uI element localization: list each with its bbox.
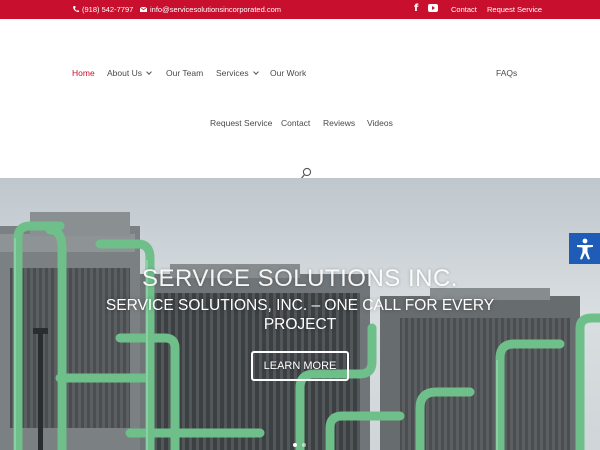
topbar-request-service-link[interactable]: Request Service [487, 5, 542, 14]
learn-more-button[interactable]: LEARN MORE [251, 351, 349, 381]
phone-icon [73, 6, 79, 13]
phone-contact[interactable]: (918) 542-7797 [73, 5, 133, 14]
top-bar: (918) 542-7797 info@servicesolutionsinco… [0, 0, 600, 19]
nav-our-team-label: Our Team [166, 68, 204, 78]
nav-contact-label: Contact [281, 118, 311, 128]
slider-dot-2[interactable] [302, 443, 306, 447]
chevron-down-icon [146, 69, 152, 75]
accessibility-button[interactable] [569, 233, 600, 264]
slider-dot-1[interactable] [293, 443, 297, 447]
chevron-down-icon [252, 69, 259, 75]
nav-about-us-label: About Us [107, 68, 142, 78]
nav-videos-label: Videos [367, 118, 393, 128]
nav-our-team[interactable]: Our Team [166, 68, 203, 78]
hero-slider: SERVICE SOLUTIONS INC. SERVICE SOLUTIONS… [0, 178, 600, 450]
nav-request-service-label: Request Service [210, 118, 273, 128]
nav-about-us[interactable]: About Us [107, 68, 152, 78]
facebook-icon[interactable]: f [414, 3, 418, 14]
accessibility-icon [576, 238, 593, 259]
nav-home-label: Home [72, 68, 95, 78]
hero-subtitle: SERVICE SOLUTIONS, INC. – ONE CALL FOR E… [105, 297, 495, 333]
hero-title: SERVICE SOLUTIONS INC. [142, 265, 458, 292]
phone-number: (918) 542-7797 [82, 5, 134, 14]
nav-faqs-label: FAQs [496, 68, 518, 78]
nav-our-work-label: Our Work [270, 68, 307, 78]
nav-reviews-label: Reviews [323, 118, 356, 128]
nav-home[interactable]: Home [72, 68, 95, 78]
nav-request-service[interactable]: Request Service [210, 118, 272, 128]
nav-services-label: Services [216, 68, 249, 78]
topbar-contact-link[interactable]: Contact [451, 5, 477, 14]
youtube-icon[interactable] [428, 4, 438, 12]
email-address: info@servicesolutionsincorporated.com [150, 5, 282, 14]
nav-reviews[interactable]: Reviews [323, 118, 355, 128]
nav-videos[interactable]: Videos [367, 118, 393, 128]
nav-faqs[interactable]: FAQs [496, 68, 517, 78]
envelope-icon [140, 7, 147, 12]
nav-services[interactable]: Services [216, 68, 259, 78]
email-contact[interactable]: info@servicesolutionsincorporated.com [140, 5, 281, 14]
nav-contact[interactable]: Contact [281, 118, 310, 128]
nav-our-work[interactable]: Our Work [270, 68, 306, 78]
